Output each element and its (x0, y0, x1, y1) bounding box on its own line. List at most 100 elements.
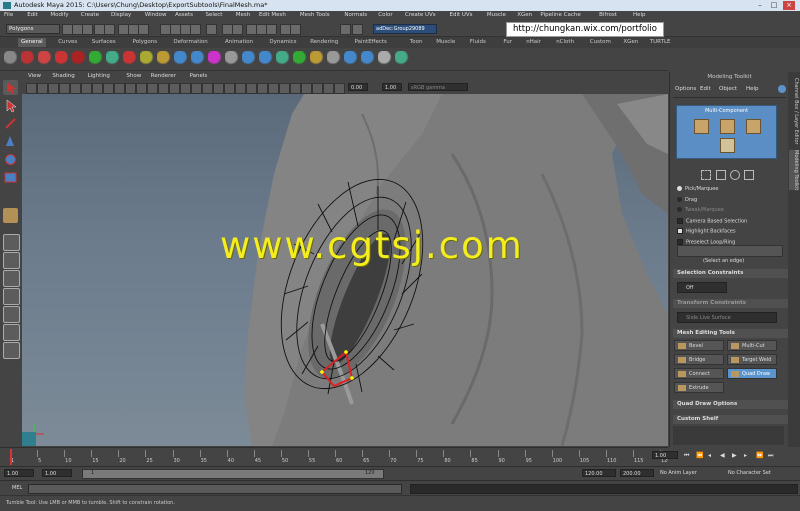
soft-select-icon[interactable] (744, 170, 754, 180)
menu-help[interactable]: Help (633, 12, 646, 18)
connect-button[interactable]: Connect (674, 368, 724, 379)
menu-bifrost[interactable]: Bifrost (599, 12, 617, 18)
poly-cube-icon[interactable] (157, 51, 172, 66)
snap-surface-icon[interactable] (190, 24, 201, 35)
bevel-button[interactable]: Bevel (674, 340, 724, 351)
tab-polygons[interactable]: Polygons (130, 38, 160, 47)
end-time-field[interactable]: 200.00 (620, 469, 654, 477)
menu-display[interactable]: Display (111, 12, 131, 18)
field-chart-icon[interactable] (114, 83, 125, 94)
shadows-icon[interactable] (202, 83, 213, 94)
lasso-tool-icon[interactable] (3, 98, 18, 113)
rotate-tool-icon[interactable] (3, 152, 18, 167)
tab-turtle[interactable]: TURTLE (647, 38, 674, 47)
camera-attributes-icon[interactable] (37, 83, 48, 94)
range-start-field[interactable]: 1.00 (42, 469, 72, 477)
range-slider[interactable]: 1 120 (82, 469, 384, 479)
step-back-frame-icon[interactable]: ◂ (708, 452, 715, 459)
option-camera-based-selection[interactable]: Camera Based Selection (677, 217, 747, 224)
minimize-icon[interactable]: – (754, 1, 766, 10)
tab-rendering[interactable]: Rendering (307, 38, 341, 47)
tab-fur[interactable]: Fur (500, 38, 515, 47)
checkbox-icon[interactable] (677, 217, 683, 224)
bridge-button[interactable]: Bridge (674, 354, 724, 365)
ipr-icon[interactable] (378, 51, 393, 66)
power-toggle-icon[interactable] (778, 85, 786, 93)
single-view-layout-icon[interactable] (3, 234, 20, 251)
viewport-menu-view[interactable]: View (28, 73, 41, 79)
menu-file[interactable]: File (4, 12, 13, 18)
render-icon[interactable] (361, 51, 376, 66)
close-icon[interactable]: × (783, 1, 795, 10)
make-live-icon[interactable] (206, 24, 217, 35)
tab-fluids[interactable]: Fluids (467, 38, 489, 47)
tab-toon[interactable]: Toon (407, 38, 426, 47)
selection-constraints-header[interactable]: Selection Constraints (673, 269, 788, 278)
nurbs-circle-icon[interactable] (21, 51, 36, 66)
step-back-key-icon[interactable]: ⏪ (696, 452, 703, 459)
toolkit-menu-edit[interactable]: Edit (700, 86, 711, 92)
anti-alias-icon[interactable] (235, 83, 246, 94)
anim-layer-selector[interactable]: No Anim Layer (658, 469, 714, 477)
go-to-start-icon[interactable]: ⏮ (684, 452, 691, 459)
menu-select[interactable]: Select (205, 12, 222, 18)
render-settings-icon[interactable] (266, 24, 277, 35)
tab-painteffects[interactable]: PaintEffects (352, 38, 390, 47)
exposure-icon[interactable] (312, 83, 323, 94)
tab-xgen[interactable]: XGen (620, 38, 641, 47)
start-time-field[interactable]: 1.00 (4, 469, 34, 477)
hypershade-icon[interactable] (395, 51, 410, 66)
group-icon[interactable] (225, 51, 240, 66)
menu-pipeline-cache[interactable]: Pipeline Cache (540, 12, 580, 18)
option-drag[interactable]: Drag (677, 196, 697, 203)
poly-sphere-icon[interactable] (140, 51, 155, 66)
viewport-menu-renderer[interactable]: Renderer (151, 73, 176, 79)
tab-deformation[interactable]: Deformation (170, 38, 210, 47)
time-slider[interactable]: 1 5 10 15 20 25 30 35 40 45 50 55 60 65 70 75 80 85 90 95 10… (0, 447, 671, 466)
menu-mesh[interactable]: Mesh (236, 12, 250, 18)
menu-modify[interactable]: Modify (50, 12, 68, 18)
parent-icon[interactable] (242, 51, 257, 66)
menu-edit-uvs[interactable]: Edit UVs (450, 12, 473, 18)
persp-outliner-layout-icon[interactable] (3, 306, 20, 323)
grid-toggle-icon[interactable] (70, 83, 81, 94)
viewport-menu-shading[interactable]: Shading (52, 73, 74, 79)
nurbs-sphere-icon[interactable] (89, 51, 104, 66)
tab-curves[interactable]: Curves (55, 38, 80, 47)
construction-history-icon[interactable] (232, 24, 243, 35)
image-plane-icon[interactable] (59, 83, 70, 94)
menu-muscle[interactable]: Muscle (487, 12, 506, 18)
xray-active-icon[interactable] (268, 83, 279, 94)
menu-window[interactable]: Window (145, 12, 167, 18)
edge-mode-icon[interactable] (720, 119, 735, 134)
menu-create-uvs[interactable]: Create UVs (405, 12, 436, 18)
smooth-shade-icon[interactable] (158, 83, 169, 94)
selection-constraint-dropdown[interactable]: Off (677, 282, 727, 293)
channel-box-tab[interactable]: Channel Box / Layer Editor (789, 78, 799, 145)
tab-general[interactable]: General (18, 38, 46, 47)
quad-draw-tool-icon[interactable] (3, 208, 18, 223)
toolkit-menu-options[interactable]: Options (675, 86, 696, 92)
drag-select-icon[interactable] (716, 170, 726, 180)
poly-cylinder-icon[interactable] (174, 51, 189, 66)
mode-selector[interactable]: Polygons (6, 24, 60, 34)
gamma-field[interactable]: 1.00 (382, 83, 402, 91)
command-input[interactable] (28, 484, 402, 494)
toolkit-menu-help[interactable]: Help (746, 86, 759, 92)
quad-draw-button[interactable]: Quad Draw (727, 368, 777, 379)
menu-edit-mesh[interactable]: Edit Mesh (259, 12, 286, 18)
motion-blur-icon[interactable] (224, 83, 235, 94)
layout-presets-icon[interactable] (3, 342, 20, 359)
tab-dynamics[interactable]: Dynamics (266, 38, 299, 47)
transform-constraints-header[interactable]: Transform Constraints (673, 299, 788, 308)
render-view-icon[interactable] (290, 24, 301, 35)
resolution-gate-icon[interactable] (92, 83, 103, 94)
checkbox-icon[interactable] (677, 238, 683, 245)
target-weld-button[interactable]: Target Weld (727, 354, 777, 365)
input-ops-icon[interactable] (340, 24, 351, 35)
character-set-selector[interactable]: No Character Set (726, 469, 786, 477)
select-edge-button[interactable] (677, 245, 783, 257)
select-tool-icon[interactable] (3, 80, 18, 95)
color-space-field[interactable]: sRGB gamma (408, 83, 468, 91)
menu-xgen[interactable]: XGen (517, 12, 532, 18)
